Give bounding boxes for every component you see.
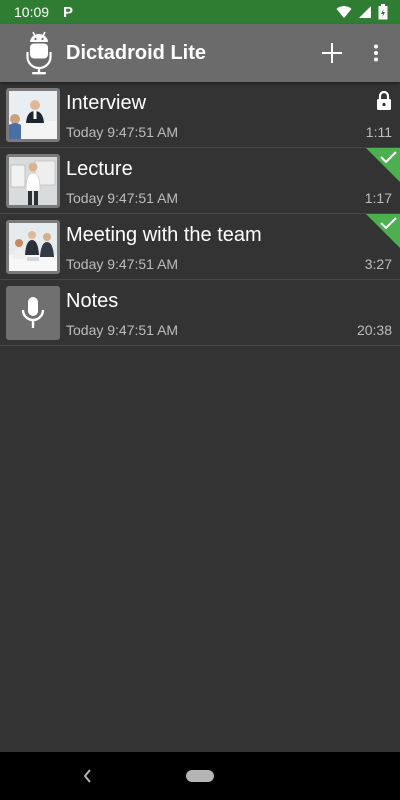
status-bar: 10:09 P	[0, 0, 400, 24]
app-bar: Dictadroid Lite	[0, 24, 400, 82]
cell-signal-icon	[359, 6, 371, 18]
back-icon[interactable]	[80, 766, 94, 786]
check-corner-icon	[366, 214, 400, 248]
recording-title: Meeting with the team	[66, 224, 262, 246]
home-pill-icon[interactable]	[186, 770, 214, 782]
list-item[interactable]: Interview Today 9:47:51 AM 1:11	[0, 82, 400, 148]
check-corner-icon	[366, 148, 400, 182]
overflow-menu-button[interactable]	[354, 29, 398, 77]
notification-icon: P	[63, 3, 74, 21]
recording-duration: 1:17	[364, 190, 392, 206]
recordings-list: Interview Today 9:47:51 AM 1:11 Lecture …	[0, 82, 400, 346]
recording-date: Today 9:47:51 AM	[66, 190, 179, 206]
list-item[interactable]: Meeting with the team Today 9:47:51 AM 3…	[0, 214, 400, 280]
add-icon	[322, 43, 342, 63]
list-item[interactable]: Lecture Today 9:47:51 AM 1:17	[0, 148, 400, 214]
recording-duration: 3:27	[364, 256, 392, 272]
meeting-photo	[6, 220, 60, 274]
lock-icon	[377, 90, 391, 110]
system-nav-bar	[0, 752, 400, 800]
android-mic-icon	[24, 29, 54, 77]
wifi-icon	[336, 6, 352, 19]
recording-duration: 20:38	[356, 322, 392, 338]
recording-title: Interview	[66, 92, 147, 114]
recording-date: Today 9:47:51 AM	[66, 256, 179, 272]
recording-title: Notes	[66, 290, 119, 312]
interview-photo	[6, 88, 60, 142]
recording-date: Today 9:47:51 AM	[66, 124, 179, 140]
battery-icon	[378, 4, 388, 20]
status-time: 10:09	[14, 4, 50, 20]
mic-icon	[6, 286, 60, 340]
app-title: Dictadroid Lite	[66, 41, 207, 64]
recording-duration: 1:11	[365, 124, 392, 140]
more-vert-icon	[374, 44, 378, 62]
recording-date: Today 9:47:51 AM	[66, 322, 179, 338]
add-recording-button[interactable]	[310, 29, 354, 77]
recording-title: Lecture	[66, 158, 133, 180]
list-item[interactable]: Notes Today 9:47:51 AM 20:38	[0, 280, 400, 346]
lecture-photo	[6, 154, 60, 208]
